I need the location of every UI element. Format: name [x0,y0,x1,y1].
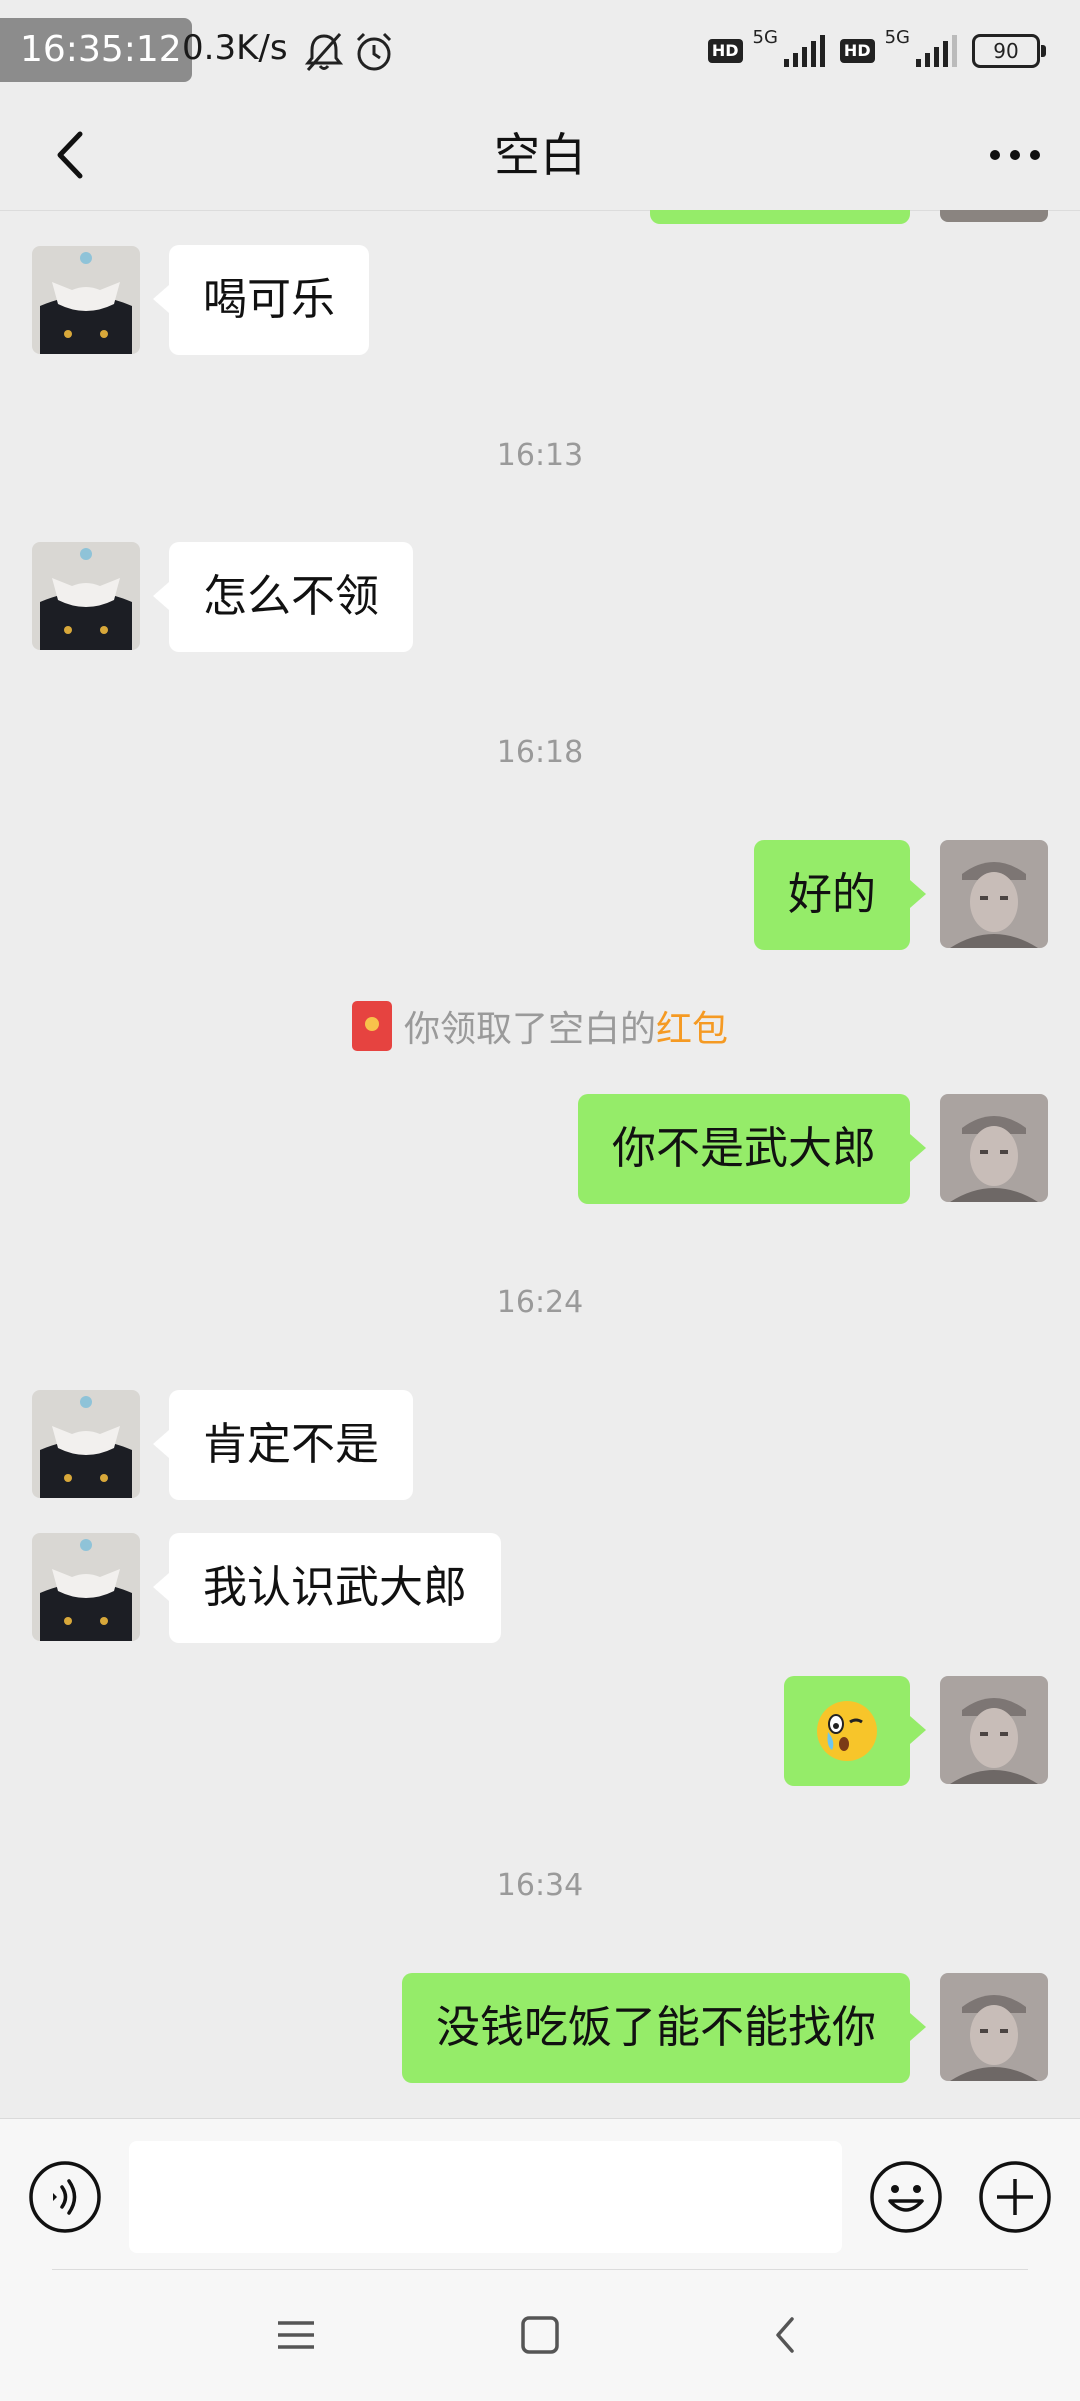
battery-indicator: 90 [972,34,1046,68]
cat-avatar-icon [32,542,140,650]
soldier-avatar-icon [940,1973,1048,2081]
hd-badge-2: HD [839,39,875,63]
more-dots-icon[interactable] [970,120,1060,190]
timestamp: 16:18 [496,735,584,770]
message-text: 怎么不领 [203,571,379,622]
avatar[interactable] [32,1533,140,1641]
previous-bubble-partial [650,210,910,224]
bell-muted-icon [304,33,344,71]
message-input[interactable] [129,2141,842,2253]
chat-header: 空白 [0,100,1080,211]
message-text: 我认识武大郎 [203,1562,467,1613]
system-notice: 你领取了空白的 红包 [0,1000,1080,1052]
timestamp: 16:24 [496,1285,584,1320]
chat-bubble[interactable]: 好的 [754,840,926,950]
hd-badge-1: HD [707,39,743,63]
message-text: 你不是武大郎 [612,1123,876,1174]
notice-text: 你领取了空白的 [403,1009,656,1050]
message-text: 没钱吃饭了能不能找你 [436,2002,876,2053]
message-text: 肯定不是 [203,1419,379,1470]
chat-bubble[interactable]: 我认识武大郎 [153,1533,501,1643]
chat-bubble[interactable]: 没钱吃饭了能不能找你 [402,1973,926,2083]
cat-avatar-icon [32,1533,140,1641]
soldier-avatar-icon [940,840,1048,948]
signal-icon-2 [916,35,957,67]
message-text: 好的 [788,869,876,920]
status-bar: 16:35:12 0.3K/s HD 5G HD 5G 90 [0,0,1080,100]
message-text: 喝可乐 [203,274,335,325]
avatar[interactable] [32,1390,140,1498]
avatar[interactable] [940,1676,1048,1784]
status-right-group: HD 5G HD 5G 90 [707,26,1046,74]
network-speed: 0.3K/s [182,28,288,68]
home-square-icon[interactable] [510,2305,570,2365]
back-triangle-icon[interactable] [756,2305,816,2365]
chat-title: 空白 [494,128,586,182]
avatar[interactable] [940,840,1048,948]
voice-icon[interactable] [27,2159,103,2235]
soldier-avatar-icon [940,1094,1048,1202]
menu-icon[interactable] [266,2305,326,2365]
chat-message-list[interactable]: 喝可乐 16:13 怎么不领 16:18 好的 你领取了空白的 红包 你不是武大… [0,210,1080,2118]
message-input-bar [0,2118,1080,2401]
network-type-1: 5G [752,26,778,48]
avatar-partial [940,210,1048,222]
plus-icon[interactable] [977,2159,1053,2235]
signal-icon-1 [783,35,825,67]
alarm-icon [356,32,392,71]
avatar[interactable] [940,1094,1048,1202]
red-packet-icon [351,1001,392,1051]
status-time: 16:35:12 [0,18,192,82]
divider [52,2269,1028,2270]
avatar[interactable] [32,542,140,650]
crying-face-emoji [817,1701,877,1761]
chat-bubble[interactable]: 你不是武大郎 [578,1094,926,1204]
chevron-left-icon[interactable] [36,120,106,190]
cat-avatar-icon [32,246,140,354]
chat-bubble[interactable]: 怎么不领 [153,542,413,652]
chat-bubble[interactable] [784,1676,926,1786]
soldier-avatar-icon [940,1676,1048,1784]
avatar[interactable] [32,246,140,354]
chat-bubble[interactable]: 喝可乐 [153,245,369,355]
avatar[interactable] [940,1973,1048,2081]
cat-avatar-icon [32,1390,140,1498]
timestamp: 16:13 [496,438,584,473]
smiley-icon[interactable] [868,2159,944,2235]
red-packet-link[interactable]: 红包 [656,1000,728,1052]
timestamp: 16:34 [496,1868,584,1903]
network-type-2: 5G [884,26,910,48]
chat-bubble[interactable]: 肯定不是 [153,1390,413,1500]
